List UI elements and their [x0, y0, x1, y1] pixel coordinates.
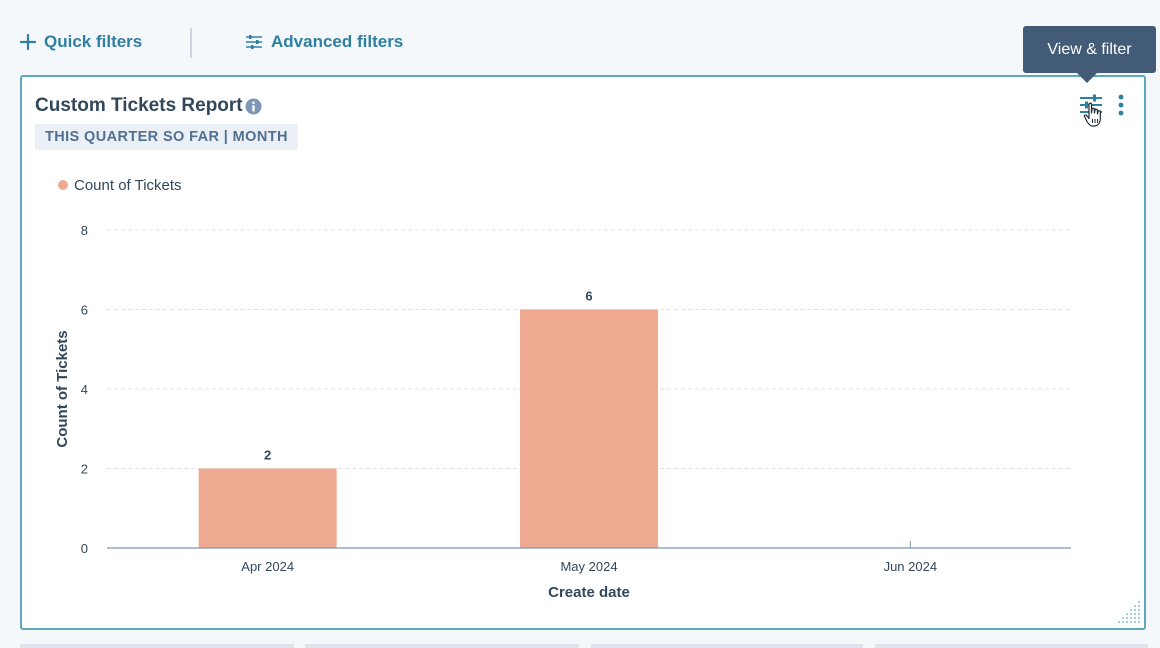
sliders-icon [246, 35, 262, 49]
next-card-edge [20, 644, 294, 648]
quick-filters-button[interactable]: Quick filters [20, 29, 142, 55]
filter-divider [190, 28, 192, 58]
x-tick-label: Jun 2024 [884, 559, 938, 574]
bar-chart: Count of Tickets 02468 26 Apr 2024 May 20… [54, 177, 1071, 601]
bar[interactable] [520, 309, 658, 549]
quick-filters-label: Quick filters [44, 32, 143, 51]
report-card: Custom Tickets Report THIS QUARTER SO FA… [20, 75, 1146, 630]
y-tick-label: 6 [81, 303, 88, 318]
x-axis-ticks: Apr 2024 May 2024 Jun 2024 [241, 559, 937, 574]
y-tick-label: 2 [81, 462, 88, 477]
tooltip-arrow [1076, 72, 1098, 83]
x-tick-label: Apr 2024 [241, 559, 294, 574]
view-filter-tooltip: View & filter [1023, 26, 1156, 73]
y-tick-label: 4 [81, 382, 88, 397]
next-card-edge [875, 644, 1148, 648]
data-label: 6 [585, 289, 592, 304]
next-card-edge [591, 644, 863, 648]
filter-bar: Quick filters Advanced filters [0, 0, 1160, 76]
y-axis-ticks: 0 2 4 6 8 [81, 223, 88, 556]
y-tick-label: 8 [81, 223, 88, 238]
advanced-filters-button[interactable]: Advanced filters [245, 29, 403, 55]
legend-swatch [58, 180, 68, 190]
legend-label: Count of Tickets [74, 177, 182, 194]
data-label: 2 [264, 448, 271, 463]
y-tick-label: 0 [81, 541, 88, 556]
advanced-filters-label: Advanced filters [271, 32, 404, 51]
bar[interactable] [198, 468, 337, 549]
x-tick-label: May 2024 [560, 559, 617, 574]
next-card-edge [305, 644, 579, 648]
y-axis-title: Count of Tickets [54, 330, 71, 447]
x-axis-title: Create date [548, 584, 630, 601]
chart-legend: Count of Tickets [58, 177, 182, 194]
chart-bars: 26 [198, 289, 911, 549]
plus-icon [20, 34, 36, 50]
